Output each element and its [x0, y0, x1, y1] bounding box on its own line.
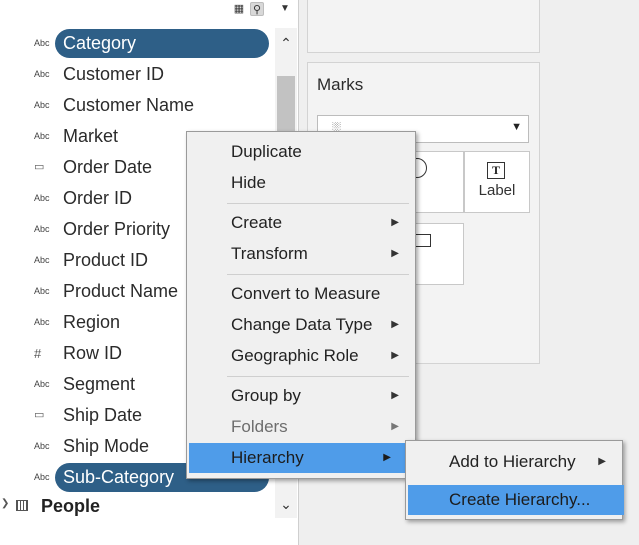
scroll-down-icon[interactable]: ⌄ [275, 490, 297, 518]
string-type-icon: Abc [34, 131, 50, 141]
field-context-menu: Duplicate Hide Create ▶ Transform ▶ Conv… [186, 131, 416, 479]
menu-item-label: Duplicate [231, 142, 302, 161]
label-button-label: Label [478, 182, 516, 199]
scroll-up-icon[interactable]: ⌃ [275, 28, 297, 58]
field-category[interactable]: Abc Category [0, 28, 275, 59]
menu-item-label: Transform [231, 244, 308, 263]
menu-item-label: Group by [231, 386, 301, 405]
search-icon[interactable]: ⚲ [250, 2, 264, 16]
menu-item-convert-to-measure[interactable]: Convert to Measure [187, 279, 415, 309]
field-label: Customer ID [63, 64, 165, 84]
table-icon [16, 500, 28, 511]
submenu-arrow-icon: ▶ [598, 456, 606, 467]
field-label: Row ID [63, 343, 123, 363]
menu-item-label: Geographic Role [231, 346, 359, 365]
string-type-icon: Abc [34, 317, 50, 327]
menu-item-add-to-hierarchy[interactable]: Add to Hierarchy ▶ [406, 447, 622, 477]
string-type-icon: Abc [34, 69, 50, 79]
string-type-icon: Abc [34, 255, 50, 265]
menu-item-label: Change Data Type [231, 315, 373, 334]
menu-item-folders[interactable]: Folders ▶ [187, 412, 415, 442]
expand-arrow-icon[interactable]: ❯ [1, 498, 9, 509]
string-type-icon: Abc [34, 472, 50, 482]
submenu-arrow-icon: ▶ [391, 390, 399, 401]
field-label: Ship Mode [63, 436, 150, 456]
label-button[interactable]: T Label [464, 151, 530, 213]
field-customer-name[interactable]: Abc Customer Name [0, 90, 275, 121]
field-label: Order Priority [63, 219, 171, 239]
filters-card [307, 0, 540, 53]
field-label: Region [63, 312, 121, 332]
submenu-arrow-icon: ▶ [391, 319, 399, 330]
field-label: Order Date [63, 157, 153, 177]
field-label: Product ID [63, 250, 149, 270]
number-type-icon: # [34, 346, 42, 361]
menu-item-label: Hierarchy [231, 448, 304, 467]
pane-toolbar: ▦ ⚲ ▼ [230, 0, 298, 20]
marks-title: Marks [317, 75, 364, 94]
folder-people[interactable]: People [41, 496, 100, 517]
string-type-icon: Abc [34, 193, 50, 203]
menu-separator [227, 274, 409, 275]
menu-item-group-by[interactable]: Group by ▶ [187, 381, 415, 411]
hierarchy-submenu: Add to Hierarchy ▶ Create Hierarchy... [405, 440, 624, 520]
submenu-arrow-icon: ▶ [391, 248, 399, 259]
string-type-icon: Abc [34, 100, 50, 110]
dropdown-icon[interactable]: ▼ [278, 2, 292, 16]
field-label: Market [63, 126, 119, 146]
menu-item-duplicate[interactable]: Duplicate [187, 137, 415, 167]
field-label: Order ID [63, 188, 133, 208]
string-type-icon: Abc [34, 224, 50, 234]
menu-item-label: Folders [231, 417, 288, 436]
string-type-icon: Abc [34, 286, 50, 296]
menu-item-label: Hide [231, 173, 266, 192]
field-label: Product Name [63, 281, 179, 301]
menu-item-hide[interactable]: Hide [187, 168, 415, 198]
submenu-arrow-icon: ▶ [391, 350, 399, 361]
string-type-icon: Abc [34, 379, 50, 389]
submenu-arrow-icon: ▶ [391, 421, 399, 432]
field-label: Ship Date [63, 405, 143, 425]
menu-item-label: Add to Hierarchy [449, 452, 576, 471]
list-view-icon[interactable]: ▦ [232, 2, 246, 16]
submenu-arrow-icon: ▶ [383, 452, 391, 463]
menu-item-hierarchy[interactable]: Hierarchy ▶ [189, 443, 405, 473]
menu-item-transform[interactable]: Transform ▶ [187, 239, 415, 269]
menu-item-label: Convert to Measure [231, 284, 381, 303]
field-label: Category [63, 33, 137, 53]
menu-item-create-hierarchy[interactable]: Create Hierarchy... [408, 485, 624, 515]
calendar-icon: ▭ [34, 161, 45, 173]
menu-item-label: Create [231, 213, 283, 232]
menu-separator [227, 203, 409, 204]
field-customer-id[interactable]: Abc Customer ID [0, 59, 275, 90]
menu-item-geographic-role[interactable]: Geographic Role ▶ [187, 341, 415, 371]
field-label: Sub-Category [63, 467, 175, 487]
label-icon: T [487, 162, 505, 179]
calendar-icon: ▭ [34, 409, 45, 421]
menu-item-create[interactable]: Create ▶ [187, 208, 415, 238]
field-label: Customer Name [63, 95, 195, 115]
string-type-icon: Abc [34, 38, 50, 48]
chevron-down-icon: ▼ [511, 121, 522, 133]
string-type-icon: Abc [34, 441, 50, 451]
menu-item-change-data-type[interactable]: Change Data Type ▶ [187, 310, 415, 340]
field-label: Segment [63, 374, 136, 394]
menu-item-label: Create Hierarchy... [449, 490, 591, 509]
submenu-arrow-icon: ▶ [391, 217, 399, 228]
menu-separator [227, 376, 409, 377]
